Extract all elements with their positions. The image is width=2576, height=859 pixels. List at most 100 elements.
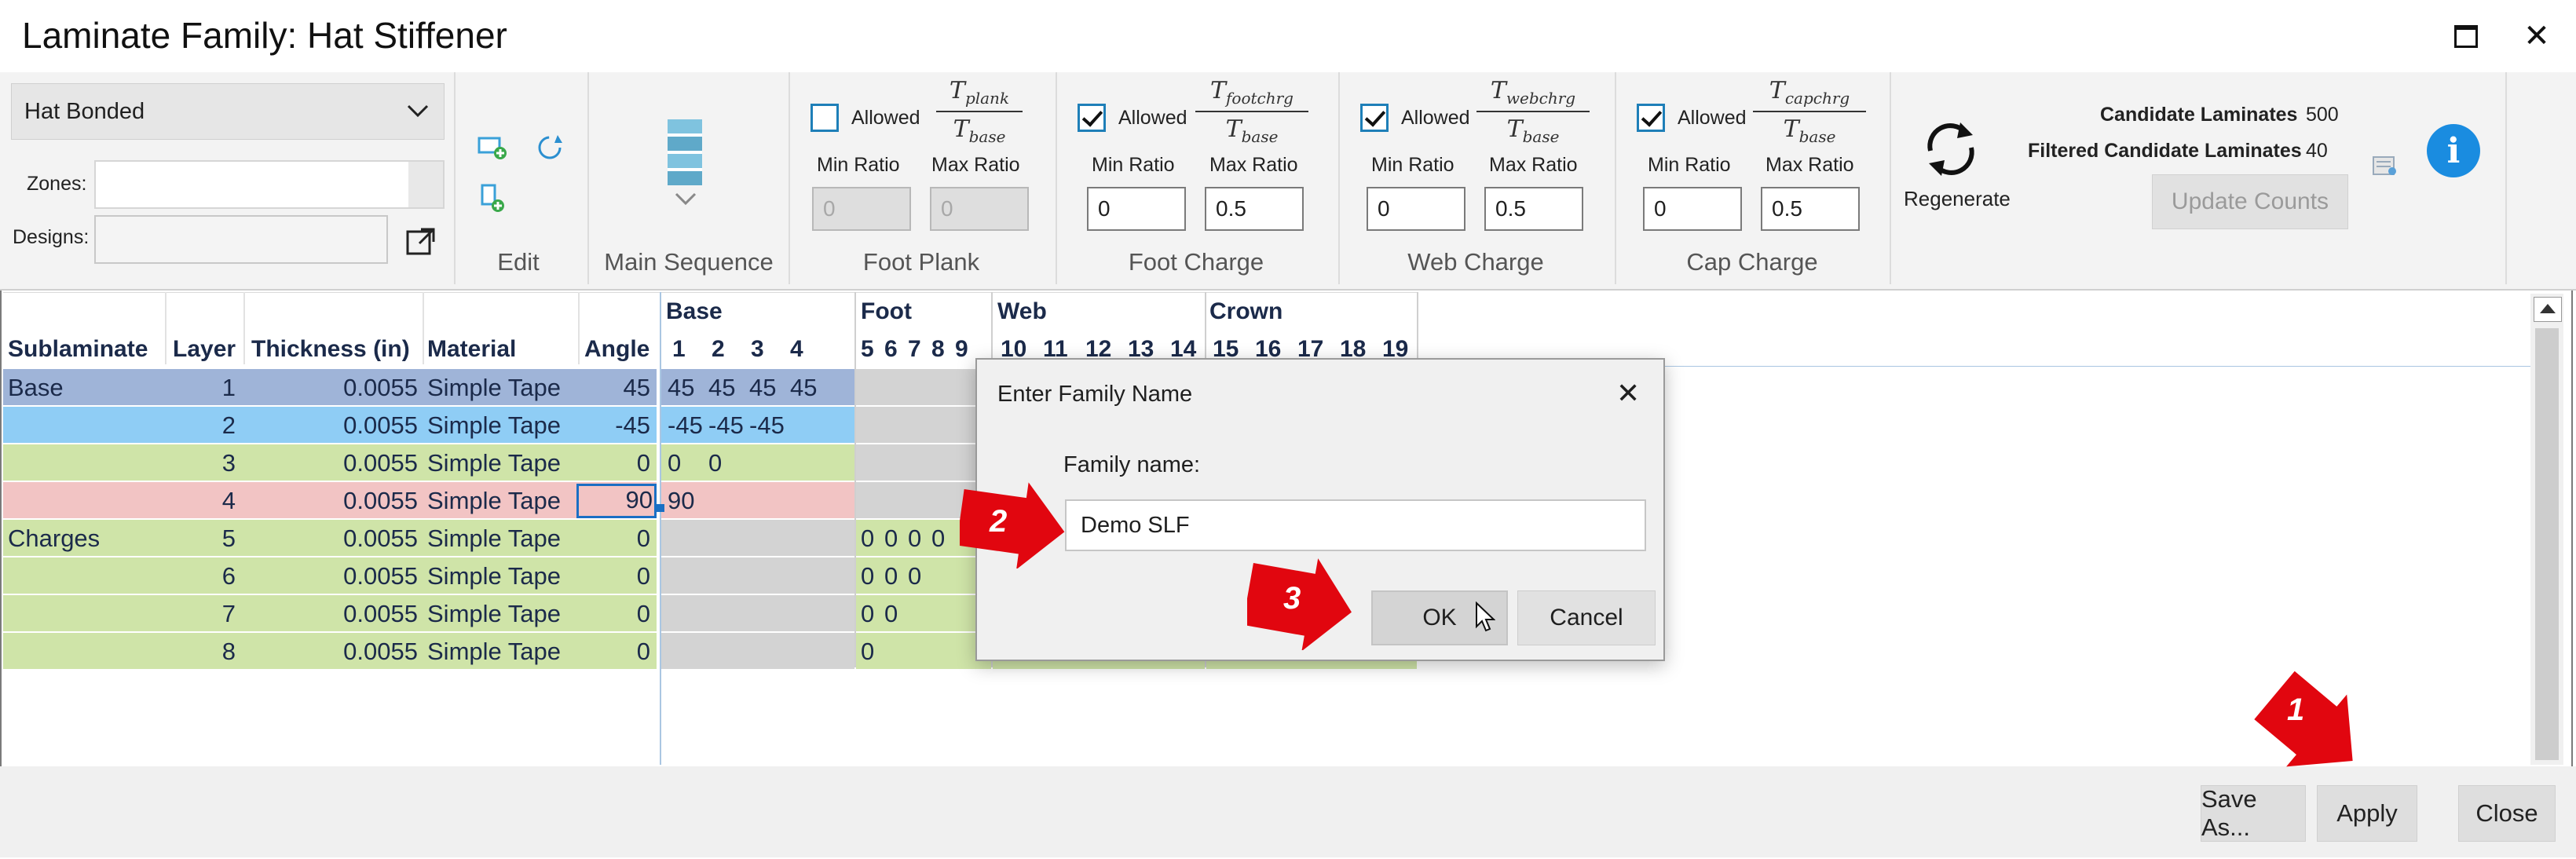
dialog-close-icon[interactable]: ✕ — [1616, 377, 1640, 410]
web-charge-allowed-checkbox[interactable] — [1360, 104, 1389, 132]
foot-plank-allowed-checkbox[interactable] — [810, 104, 839, 132]
table-row[interactable]: 6 0.0055 Simple Tape 0 — [3, 557, 657, 594]
main-sequence-chevron-icon[interactable] — [674, 192, 697, 210]
foot-ply-cell: 0 — [908, 562, 922, 590]
main-sequence-label: Main Sequence — [604, 248, 774, 276]
maximize-icon[interactable] — [2442, 13, 2490, 60]
cell-thickness: 0.0055 — [343, 525, 418, 552]
base-zone-cells[interactable]: 00 — [661, 444, 854, 481]
cap-charge-allowed-label: Allowed — [1678, 107, 1747, 129]
selection-handle[interactable] — [657, 504, 664, 512]
base-zone-cells[interactable]: 45 45 45 45 — [661, 369, 854, 405]
web-charge-max-input[interactable]: 0.5 — [1484, 187, 1583, 231]
table-row[interactable]: Charges 5 0.0055 Simple Tape 0 — [3, 520, 657, 556]
regenerate-icon[interactable] — [1923, 118, 1979, 185]
zone-header-foot: Foot — [861, 298, 912, 324]
update-counts-button[interactable]: Update Counts — [2152, 174, 2348, 229]
table-row[interactable]: 2 0.0055 Simple Tape -45 — [3, 407, 657, 443]
filtered-candidate-value: 40 — [2306, 140, 2328, 162]
foot-zone-cells[interactable] — [856, 407, 991, 443]
cell-thickness: 0.0055 — [343, 411, 418, 439]
foot-charge-min-input[interactable]: 0 — [1087, 187, 1186, 231]
web-charge-min-input[interactable]: 0 — [1367, 187, 1465, 231]
base-zone-cells[interactable]: 90 — [661, 482, 854, 518]
zone-header-base: Base — [666, 298, 723, 324]
foot-ply-cell: 0 — [861, 562, 875, 590]
cap-charge-min-label: Min Ratio — [1648, 154, 1731, 176]
ribbon: Hat Bonded Zones: Designs: Edit Main Seq… — [0, 72, 2576, 291]
close-button[interactable]: Close — [2458, 785, 2556, 842]
base-zone-cells[interactable] — [661, 557, 854, 594]
cell-material: Simple Tape — [427, 600, 562, 627]
cell-layer: 5 — [221, 525, 236, 552]
family-type-dropdown[interactable]: Hat Bonded — [11, 83, 445, 140]
cap-charge-allowed-checkbox[interactable] — [1637, 104, 1665, 132]
foot-charge-ratio: Tfootchrg Tbase — [1195, 77, 1308, 146]
ply-header-6: 6 — [884, 336, 898, 362]
base-ply-cell: 45 — [668, 374, 695, 401]
zones-label: Zones: — [27, 173, 87, 195]
cap-charge-max-label: Max Ratio — [1766, 154, 1854, 176]
ply-header-4: 4 — [790, 336, 803, 362]
base-zone-cells[interactable]: -45 -45 -45 — [661, 407, 854, 443]
foot-ply-cell: 0 — [861, 638, 875, 665]
base-ply-cell: 0 — [668, 449, 682, 477]
add-layer-icon[interactable] — [479, 184, 507, 219]
add-sublaminate-icon[interactable] — [478, 133, 509, 166]
foot-plank-group-label: Foot Plank — [862, 248, 980, 276]
cell-material: Simple Tape — [427, 562, 562, 590]
table-row[interactable]: 7 0.0055 Simple Tape 0 — [3, 595, 657, 631]
table-row[interactable]: 8 0.0055 Simple Tape 0 — [3, 633, 657, 669]
scroll-thumb[interactable] — [2535, 328, 2559, 760]
base-ply-cell: -45 — [749, 411, 785, 439]
foot-plank-ratio: Tplank Tbase — [936, 77, 1023, 146]
base-zone-cells[interactable] — [661, 595, 854, 631]
foot-charge-max-input[interactable]: 0.5 — [1205, 187, 1304, 231]
scroll-up-icon[interactable] — [2534, 297, 2562, 322]
cap-charge-min-input[interactable]: 0 — [1643, 187, 1742, 231]
callout-3: 3 — [1242, 556, 1352, 654]
footer-bar — [0, 766, 2576, 857]
cell-thickness: 0.0055 — [343, 600, 418, 627]
zone-header-crown: Crown — [1209, 298, 1283, 324]
base-zone-cells[interactable] — [661, 520, 854, 556]
callout-1: 1 — [2240, 671, 2366, 792]
base-zone-cells[interactable] — [661, 633, 854, 669]
ply-header-7: 7 — [908, 336, 921, 362]
cap-charge-ratio: Tcapchrg Tbase — [1753, 77, 1866, 146]
foot-zone-cells[interactable]: 0 — [856, 633, 991, 669]
cell-thickness: 0.0055 — [343, 487, 418, 514]
filter-list-icon[interactable] — [2372, 154, 2399, 181]
zones-input[interactable] — [94, 160, 445, 209]
table-row[interactable]: Base 1 0.0055 Simple Tape 45 — [3, 369, 657, 405]
web-charge-ratio: Twebchrg Tbase — [1476, 77, 1590, 146]
designs-input[interactable] — [94, 215, 388, 264]
foot-plank-max-input[interactable]: 0 — [930, 187, 1029, 231]
foot-plank-min-input[interactable]: 0 — [812, 187, 911, 231]
grid-scrollbar[interactable] — [2530, 294, 2563, 765]
cell-material: Simple Tape — [427, 411, 562, 439]
cap-charge-max-input[interactable]: 0.5 — [1761, 187, 1860, 231]
refresh-edit-icon[interactable] — [534, 132, 565, 167]
save-as-button[interactable]: Save As... — [2201, 785, 2306, 842]
cell-angle: -45 — [615, 411, 650, 439]
candidate-laminates-label: Candidate Laminates — [2100, 104, 2298, 126]
foot-zone-cells[interactable] — [856, 444, 991, 481]
table-row[interactable]: 3 0.0055 Simple Tape 0 — [3, 444, 657, 481]
family-name-input[interactable]: Demo SLF — [1065, 499, 1646, 551]
foot-ply-cell: 0 — [908, 525, 922, 552]
chevron-down-icon — [406, 98, 430, 125]
table-row[interactable]: 4 0.0055 Simple Tape 90 — [3, 482, 657, 518]
close-icon[interactable]: ✕ — [2513, 13, 2560, 60]
base-ply-cell: 90 — [668, 487, 695, 514]
apply-button[interactable]: Apply — [2317, 785, 2417, 842]
foot-zone-cells[interactable]: 00 — [856, 595, 991, 631]
cell-thickness: 0.0055 — [343, 449, 418, 477]
cancel-button[interactable]: Cancel — [1517, 590, 1656, 645]
open-designs-icon[interactable] — [405, 226, 437, 258]
foot-zone-cells[interactable] — [856, 369, 991, 405]
cell-angle: 0 — [636, 600, 650, 627]
main-sequence-icon[interactable] — [668, 119, 702, 187]
foot-charge-allowed-checkbox[interactable] — [1078, 104, 1106, 132]
info-icon[interactable]: i — [2427, 124, 2480, 177]
